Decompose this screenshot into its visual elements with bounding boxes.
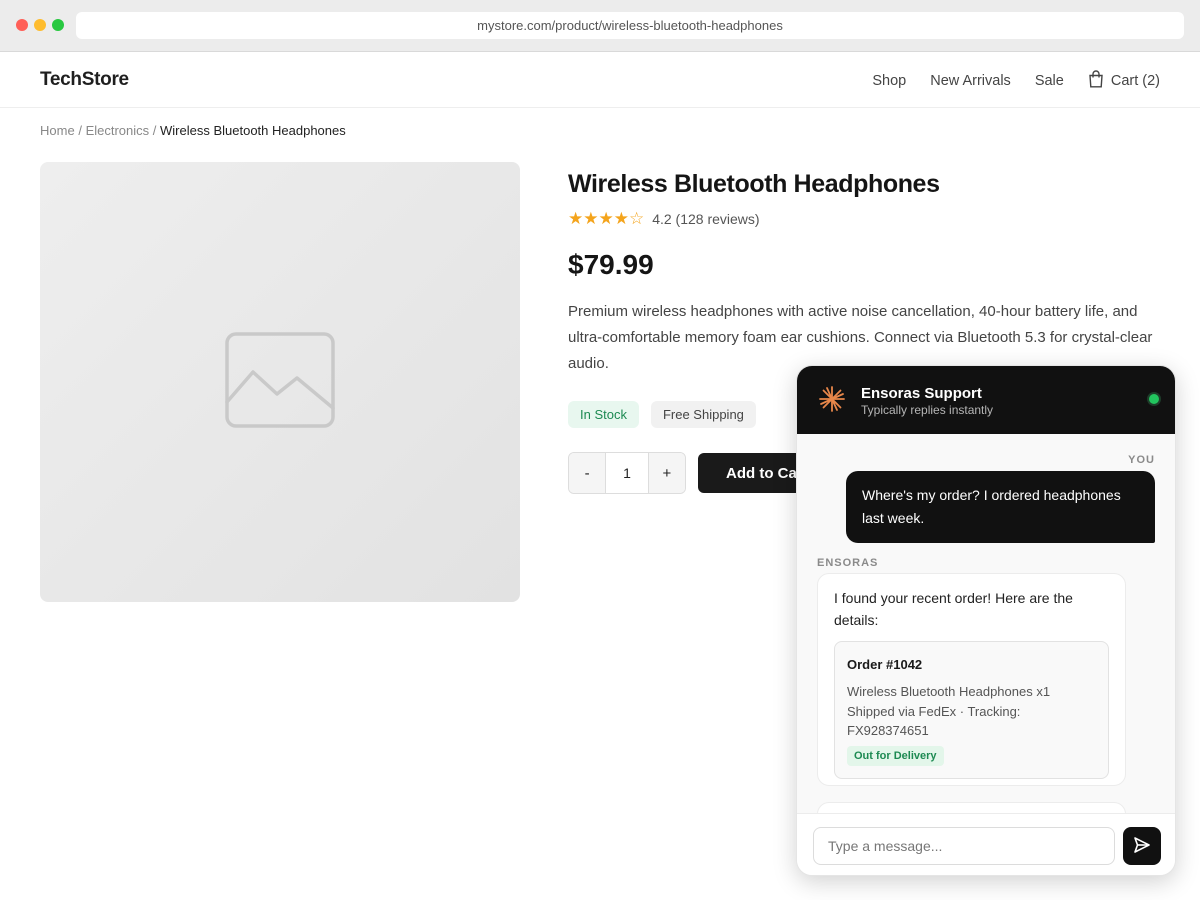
main-nav: Shop New Arrivals Sale Cart (2) (872, 70, 1160, 92)
ensoras-logo-icon (817, 384, 847, 414)
user-message-bubble: Where's my order? I ordered headphones l… (846, 471, 1155, 543)
address-bar[interactable]: mystore.com/product/wireless-bluetooth-h… (76, 12, 1184, 39)
free-shipping-badge: Free Shipping (650, 401, 756, 428)
chat-title: Ensoras Support (861, 385, 982, 402)
chat-subtitle: Typically replies instantly (861, 403, 994, 417)
breadcrumb-separator: / (78, 123, 82, 138)
product-price: $79.99 (568, 249, 654, 280)
shopping-bag-icon (1088, 70, 1104, 92)
nav-shop[interactable]: Shop (872, 73, 906, 89)
image-placeholder-icon (225, 331, 335, 433)
online-status-indicator (1149, 394, 1159, 404)
chat-header: Ensoras Support Typically replies instan… (797, 366, 1175, 434)
cart-label: Cart (2) (1110, 73, 1160, 89)
browser-chrome: mystore.com/product/wireless-bluetooth-h… (0, 0, 1200, 52)
nav-sale[interactable]: Sale (1035, 73, 1064, 89)
quantity-increase-button[interactable]: + (648, 453, 685, 493)
breadcrumb-separator: / (152, 123, 157, 138)
product-title: Wireless Bluetooth Headphones (568, 170, 940, 198)
breadcrumb-electronics[interactable]: Electronics (86, 123, 150, 138)
order-shipping: Shipped via FedEx · Tracking: FX92837465… (847, 703, 1021, 739)
cart-link[interactable]: Cart (2) (1088, 70, 1160, 92)
rating-text[interactable]: 4.2 (128 reviews) (652, 211, 759, 227)
breadcrumb: Home / Electronics / Wireless Bluetooth … (40, 123, 346, 138)
breadcrumb-home[interactable]: Home (40, 123, 75, 138)
close-window-button[interactable] (16, 19, 28, 31)
store-logo[interactable]: TechStore (40, 69, 129, 91)
maximize-window-button[interactable] (52, 19, 64, 31)
user-sender-label: YOU (1128, 454, 1155, 466)
quantity-stepper: - 1 + (568, 452, 686, 494)
support-chat-widget: Ensoras Support Typically replies instan… (796, 365, 1176, 876)
order-status-badge: Out for Delivery (847, 745, 944, 766)
send-message-button[interactable] (1123, 827, 1161, 865)
quantity-decrease-button[interactable]: - (569, 453, 606, 493)
breadcrumb-current: Wireless Bluetooth Headphones (160, 123, 346, 138)
minimize-window-button[interactable] (34, 19, 46, 31)
order-item: Wireless Bluetooth Headphones x1 (847, 684, 1051, 699)
nav-new-arrivals[interactable]: New Arrivals (930, 73, 1011, 89)
site-header: TechStore Shop New Arrivals Sale Cart (2… (0, 52, 1200, 108)
bot-message-bubble: I found your recent order! Here are the … (817, 573, 1126, 786)
in-stock-badge: In Stock (568, 401, 639, 428)
send-icon (1133, 836, 1151, 857)
product-image[interactable] (40, 162, 520, 602)
product-rating: ★★★★☆ 4.2 (128 reviews) (568, 209, 1168, 229)
bot-message-text: I found your recent order! Here are the … (834, 590, 1073, 628)
chat-input-bar (797, 813, 1175, 875)
bot-sender-label: ENSORAS (817, 557, 879, 569)
quantity-value[interactable]: 1 (605, 453, 649, 493)
star-rating-icon: ★★★★☆ (568, 209, 645, 228)
order-id: Order #1042 (847, 657, 923, 672)
order-card[interactable]: Order #1042 Wireless Bluetooth Headphone… (834, 641, 1109, 779)
chat-message-input[interactable] (813, 827, 1115, 865)
